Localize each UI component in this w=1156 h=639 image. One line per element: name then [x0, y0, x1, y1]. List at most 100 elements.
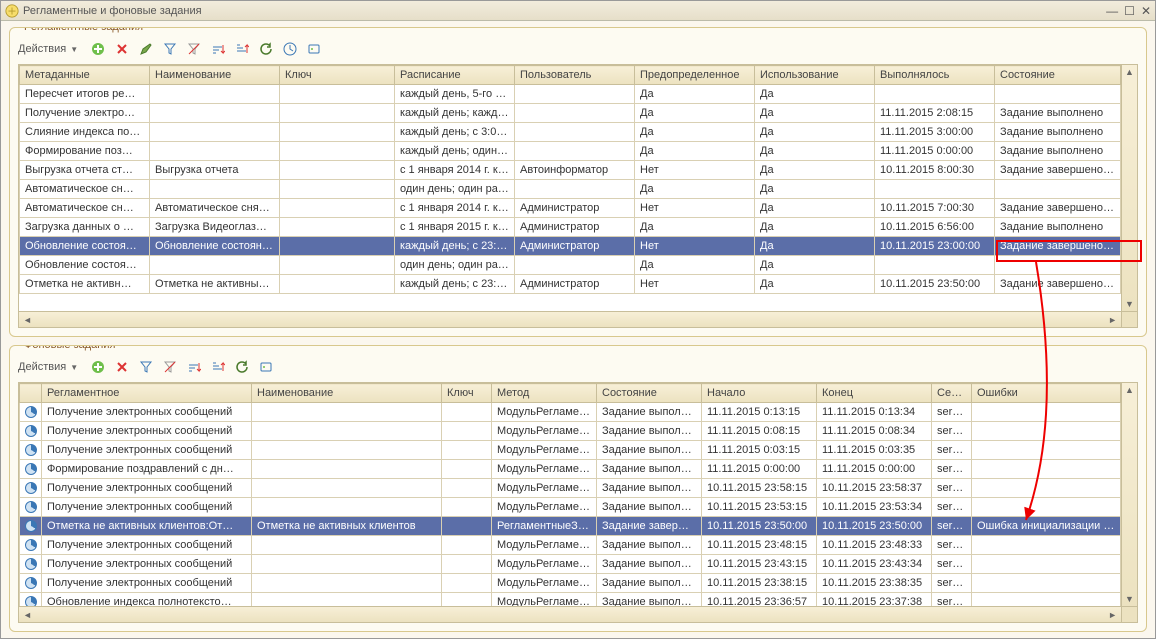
properties-icon[interactable] [256, 357, 276, 377]
sort-desc-icon[interactable] [208, 357, 228, 377]
table-cell: Да [755, 142, 875, 161]
hscrollbar[interactable]: ◄ ► [19, 606, 1121, 622]
table-cell: serv… [932, 441, 972, 460]
table-row[interactable]: Получение электро…каждый день; кажд…ДаДа… [20, 104, 1137, 123]
scroll-right-icon[interactable]: ► [1106, 313, 1119, 327]
table-row[interactable]: Выгрузка отчета ст…Выгрузка отчетас 1 ян… [20, 161, 1137, 180]
scheduled-grid[interactable]: МетаданныеНаименованиеКлючРасписаниеПоль… [18, 64, 1138, 328]
sort-desc-icon[interactable] [232, 39, 252, 59]
column-header[interactable]: Метаданные [20, 66, 150, 85]
table-cell: Ошибка инициализации библи… [972, 517, 1121, 536]
column-header[interactable]: Выполнялось [875, 66, 995, 85]
vscrollbar[interactable]: ▲ ▼ [1121, 65, 1137, 311]
scroll-left-icon[interactable]: ◄ [21, 313, 34, 327]
table-row[interactable]: Получение электронных сообщенийМодульРег… [20, 422, 1137, 441]
column-header[interactable]: Ключ [280, 66, 395, 85]
table-cell [875, 180, 995, 199]
column-header[interactable]: Метод [492, 384, 597, 403]
job-status-icon [25, 558, 37, 570]
column-header[interactable]: Наименование [252, 384, 442, 403]
table-cell: serv… [932, 422, 972, 441]
vscrollbar[interactable]: ▲ ▼ [1121, 383, 1137, 606]
table-row[interactable]: Формирование поз…каждый день; один …ДаДа… [20, 142, 1137, 161]
table-row[interactable]: Получение электронных сообщенийМодульРег… [20, 555, 1137, 574]
table-row[interactable]: Получение электронных сообщенийМодульРег… [20, 403, 1137, 422]
column-header[interactable]: Ключ [442, 384, 492, 403]
column-header[interactable]: Состояние [995, 66, 1121, 85]
actions-dropdown-icon[interactable]: ▼ [70, 45, 78, 54]
table-cell: Формирование поздравлений с дн… [42, 460, 252, 479]
table-row[interactable]: Получение электронных сообщенийМодульРег… [20, 536, 1137, 555]
table-cell: Загрузка данных о … [20, 218, 150, 237]
table-row[interactable]: Формирование поздравлений с дн…МодульРег… [20, 460, 1137, 479]
table-row[interactable]: Отметка не активных клиентов:От…Отметка … [20, 517, 1137, 536]
edit-button[interactable] [136, 39, 156, 59]
table-cell: Задание выполне… [597, 479, 702, 498]
table-row[interactable]: Пересчет итогов ре…каждый день, 5-го ч…Д… [20, 85, 1137, 104]
table-cell [20, 422, 42, 441]
scroll-down-icon[interactable]: ▼ [1123, 592, 1136, 606]
column-header[interactable]: Регламентное [42, 384, 252, 403]
job-status-icon [25, 482, 37, 494]
table-cell [20, 536, 42, 555]
job-status-icon [25, 425, 37, 437]
minimize-button[interactable]: — [1106, 4, 1118, 18]
maximize-button[interactable]: ☐ [1124, 4, 1135, 18]
column-header[interactable]: Ошибки [972, 384, 1121, 403]
column-header[interactable]: Конец [817, 384, 932, 403]
sort-asc-icon[interactable] [208, 39, 228, 59]
filter-off-icon[interactable] [160, 357, 180, 377]
table-row[interactable]: Слияние индекса по…каждый день; с 3:0…Да… [20, 123, 1137, 142]
run-icon[interactable] [304, 39, 324, 59]
column-header[interactable]: Начало [702, 384, 817, 403]
scroll-up-icon[interactable]: ▲ [1123, 383, 1136, 397]
column-header[interactable]: Расписание [395, 66, 515, 85]
table-cell [20, 403, 42, 422]
table-row[interactable]: Получение электронных сообщенийМодульРег… [20, 498, 1137, 517]
filter-icon[interactable] [160, 39, 180, 59]
add-button[interactable] [88, 357, 108, 377]
refresh-icon[interactable] [232, 357, 252, 377]
column-header[interactable]: Состояние [597, 384, 702, 403]
delete-button[interactable] [112, 39, 132, 59]
schedule-icon[interactable] [280, 39, 300, 59]
scroll-right-icon[interactable]: ► [1106, 608, 1119, 622]
table-cell: 10.11.2015 23:43:15 [702, 555, 817, 574]
refresh-icon[interactable] [256, 39, 276, 59]
scroll-up-icon[interactable]: ▲ [1123, 65, 1136, 79]
table-row[interactable]: Получение электронных сообщенийМодульРег… [20, 574, 1137, 593]
sort-asc-icon[interactable] [184, 357, 204, 377]
filter-icon[interactable] [136, 357, 156, 377]
scroll-left-icon[interactable]: ◄ [21, 608, 34, 622]
delete-button[interactable] [112, 357, 132, 377]
table-cell: Автоматическое сня… [150, 199, 280, 218]
table-row[interactable]: Обновление состоя…один день; один раз…Да… [20, 256, 1137, 275]
column-header[interactable] [20, 384, 42, 403]
table-cell: Задание завершено … [995, 237, 1121, 256]
hscrollbar[interactable]: ◄ ► [19, 311, 1121, 327]
scroll-down-icon[interactable]: ▼ [1123, 297, 1136, 311]
actions-dropdown-icon[interactable]: ▼ [70, 363, 78, 372]
column-header[interactable]: Использование [755, 66, 875, 85]
filter-off-icon[interactable] [184, 39, 204, 59]
table-row[interactable]: Автоматическое сн…Автоматическое сня…с 1… [20, 199, 1137, 218]
actions-menu[interactable]: Действия [18, 361, 66, 373]
column-header[interactable]: Сер… [932, 384, 972, 403]
table-row[interactable]: Обновление состоя…Обновление состоян…каж… [20, 237, 1137, 256]
actions-menu[interactable]: Действия [18, 43, 66, 55]
table-row[interactable]: Загрузка данных о …Загрузка Видеоглаз…с … [20, 218, 1137, 237]
table-cell [972, 422, 1121, 441]
table-row[interactable]: Получение электронных сообщенийМодульРег… [20, 479, 1137, 498]
column-header[interactable]: Наименование [150, 66, 280, 85]
table-row[interactable]: Отметка не активн…Отметка не активны…каж… [20, 275, 1137, 294]
background-grid[interactable]: РегламентноеНаименованиеКлючМетодСостоян… [18, 382, 1138, 623]
table-cell: 10.11.2015 23:43:34 [817, 555, 932, 574]
column-header[interactable]: Пользователь [515, 66, 635, 85]
table-row[interactable]: Получение электронных сообщенийМодульРег… [20, 441, 1137, 460]
table-cell: serv… [932, 555, 972, 574]
table-cell [280, 237, 395, 256]
column-header[interactable]: Предопределенное [635, 66, 755, 85]
add-button[interactable] [88, 39, 108, 59]
close-button[interactable]: ✕ [1141, 4, 1151, 18]
table-row[interactable]: Автоматическое сн…один день; один раз…Да… [20, 180, 1137, 199]
